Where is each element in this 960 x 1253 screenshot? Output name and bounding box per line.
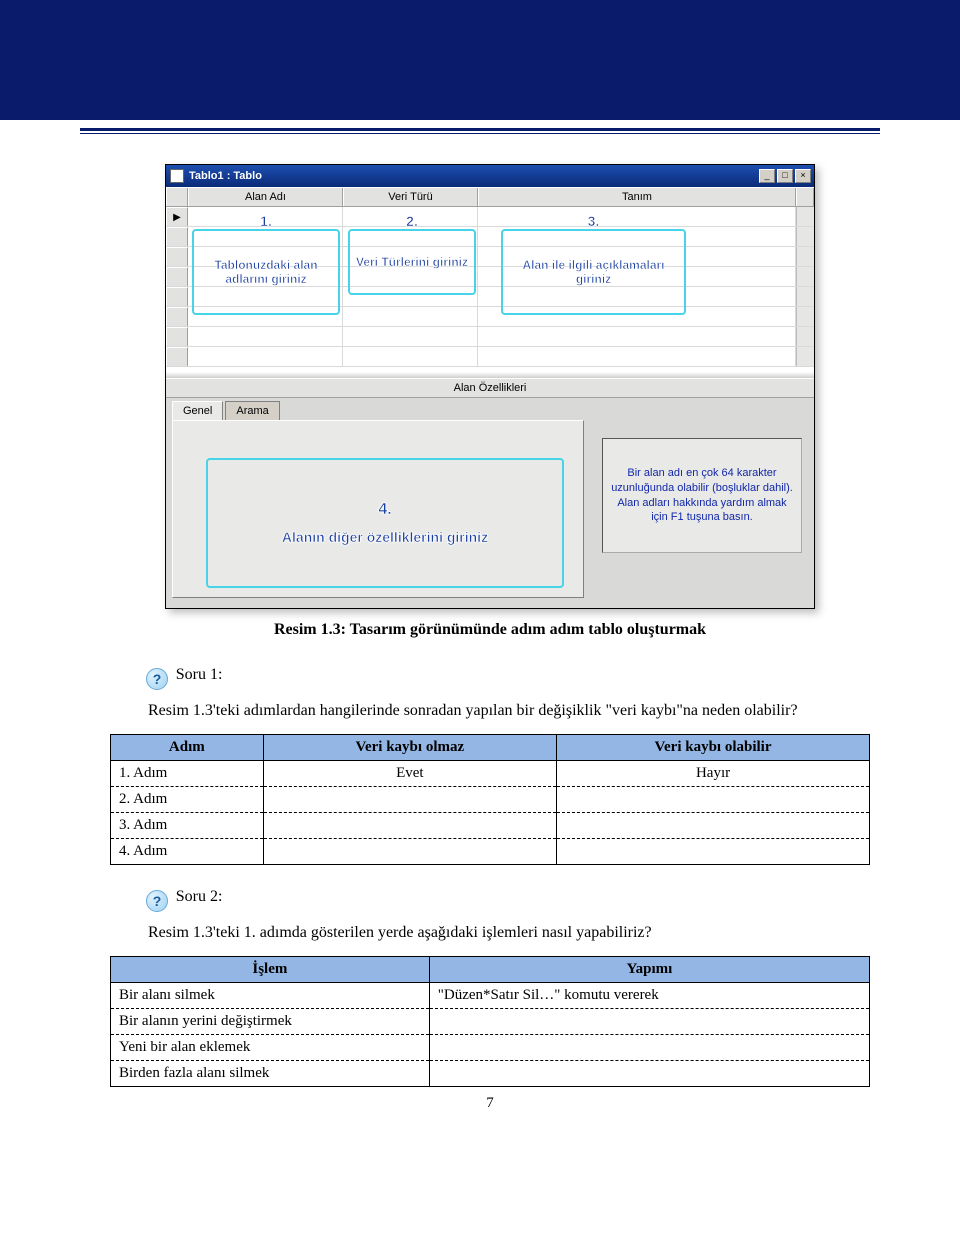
table-row: Birden fazla alanı silmek	[111, 1061, 870, 1087]
callout-text: Alan ile ilgili açıklamaları giriniz	[505, 258, 682, 286]
table-islem: İşlem Yapımı Bir alanı silmek"Düzen*Satı…	[110, 956, 870, 1087]
table-row: 2. Adım	[111, 787, 870, 813]
scroll-down-icon[interactable]	[796, 347, 814, 366]
page-number: 7	[110, 1095, 870, 1112]
table-row: Yeni bir alan eklemek	[111, 1035, 870, 1061]
column-header: Veri Türü	[343, 188, 478, 206]
question-icon: ?	[146, 668, 168, 690]
tab-genel[interactable]: Genel	[172, 401, 223, 420]
table-row: Bir alanı silmek"Düzen*Satır Sil…" komut…	[111, 983, 870, 1009]
question-icon: ?	[146, 890, 168, 912]
maximize-icon[interactable]: □	[777, 169, 793, 183]
soru1-label: Soru 1:	[176, 666, 223, 683]
minimize-icon[interactable]: _	[759, 169, 775, 183]
table-row: 4. Adım	[111, 839, 870, 865]
table-header: Adım	[111, 735, 264, 761]
close-icon[interactable]: ×	[795, 169, 811, 183]
callout-2: 2. Veri Türlerini giriniz	[348, 229, 476, 295]
help-text: Bir alan adı en çok 64 karakter uzunluğu…	[602, 438, 802, 553]
table-row: 1. AdımEvetHayır	[111, 761, 870, 787]
column-header: Tanım	[478, 188, 796, 206]
callout-text: Alanın diğer özelliklerini giriniz	[282, 529, 488, 545]
figure-caption: Resim 1.3: Tasarım görünümünde adım adım…	[110, 621, 870, 639]
table-row: 3. Adım	[111, 813, 870, 839]
callout-1: 1. Tablonuzdaki alan adlarını giriniz	[192, 229, 340, 315]
column-header: Alan Adı	[188, 188, 343, 206]
soru2-label: Soru 2:	[176, 888, 223, 905]
header-band	[0, 0, 960, 120]
table-header: İşlem	[111, 957, 430, 983]
callout-3: 3. Alan ile ilgili açıklamaları giriniz	[501, 229, 686, 315]
properties-panel: Genel Arama 4. Alanın diğer özelliklerin…	[166, 398, 814, 608]
table-header: Veri kaybı olmaz	[263, 735, 556, 761]
page-content: Tablo1 : Tablo _ □ × Alan Adı Veri Türü …	[0, 134, 960, 1112]
row-selector[interactable]: ▶	[166, 207, 188, 226]
scroll-up-icon[interactable]	[796, 188, 814, 206]
table-header: Yapımı	[429, 957, 869, 983]
tab-arama[interactable]: Arama	[225, 401, 279, 420]
grid-column-headers: Alan Adı Veri Türü Tanım	[166, 187, 814, 207]
divider	[80, 128, 880, 131]
callout-text: Veri Türlerini giriniz	[356, 255, 468, 269]
table-header: Veri kaybı olabilir	[557, 735, 870, 761]
table-row: Bir alanın yerini değiştirmek	[111, 1009, 870, 1035]
soru2-text: Resim 1.3'teki 1. adımda gösterilen yerd…	[148, 921, 870, 944]
section-title: Alan Özellikleri	[166, 378, 814, 398]
figure-screenshot: Tablo1 : Tablo _ □ × Alan Adı Veri Türü …	[165, 164, 815, 609]
callout-4: 4. Alanın diğer özelliklerini giriniz	[206, 458, 564, 588]
soru1-text: Resim 1.3'teki adımlardan hangilerinde s…	[148, 699, 870, 722]
callout-text: Tablonuzdaki alan adlarını giriniz	[196, 258, 336, 286]
window-title: Tablo1 : Tablo	[189, 170, 262, 182]
grid-body: ▶ 1. Tablonuzdaki alan adlarını giriniz …	[166, 207, 814, 372]
app-icon	[170, 169, 184, 183]
table-veri-kaybi: Adım Veri kaybı olmaz Veri kaybı olabili…	[110, 734, 870, 865]
window-titlebar: Tablo1 : Tablo _ □ ×	[166, 165, 814, 187]
